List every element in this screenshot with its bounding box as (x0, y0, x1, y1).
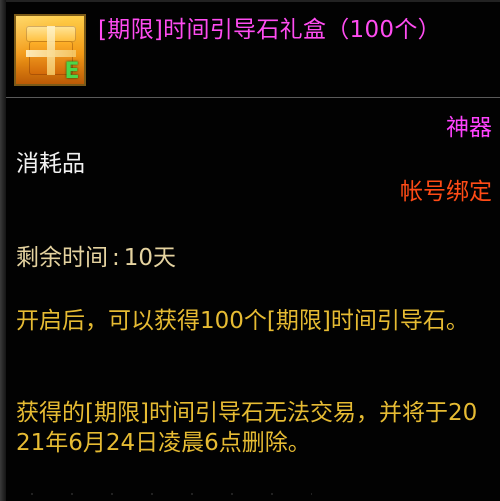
tooltip-header: E [期限]时间引导石礼盒（100个） (0, 0, 500, 96)
remaining-time-label: 剩余时间 (16, 245, 108, 271)
item-tooltip: E [期限]时间引导石礼盒（100个） 神器 消耗品 帐号绑定 剩余时间:10天… (0, 0, 500, 501)
tooltip-bottom-divider (12, 493, 312, 495)
item-grade: 神器 (446, 115, 492, 141)
header-divider (6, 97, 500, 98)
gift-box-icon: E (14, 14, 86, 86)
description-open-effect: 开启后，可以获得100个[期限]时间引导石。 (16, 308, 469, 334)
gift-box-ribbon-horizontal (26, 50, 76, 57)
item-badge-icon: E (64, 59, 80, 84)
description-expiry-notice: 获得的[期限]时间引导石无法交易，并将于2021年6月24日凌晨6点删除。 (16, 400, 478, 456)
item-binding: 帐号绑定 (400, 179, 492, 205)
remaining-time-value: 10天 (123, 245, 177, 271)
remaining-time-separator: : (112, 245, 120, 271)
remaining-time: 剩余时间:10天 (16, 242, 176, 274)
item-category: 消耗品 (16, 151, 85, 177)
item-title: [期限]时间引导石礼盒（100个） (98, 17, 441, 43)
